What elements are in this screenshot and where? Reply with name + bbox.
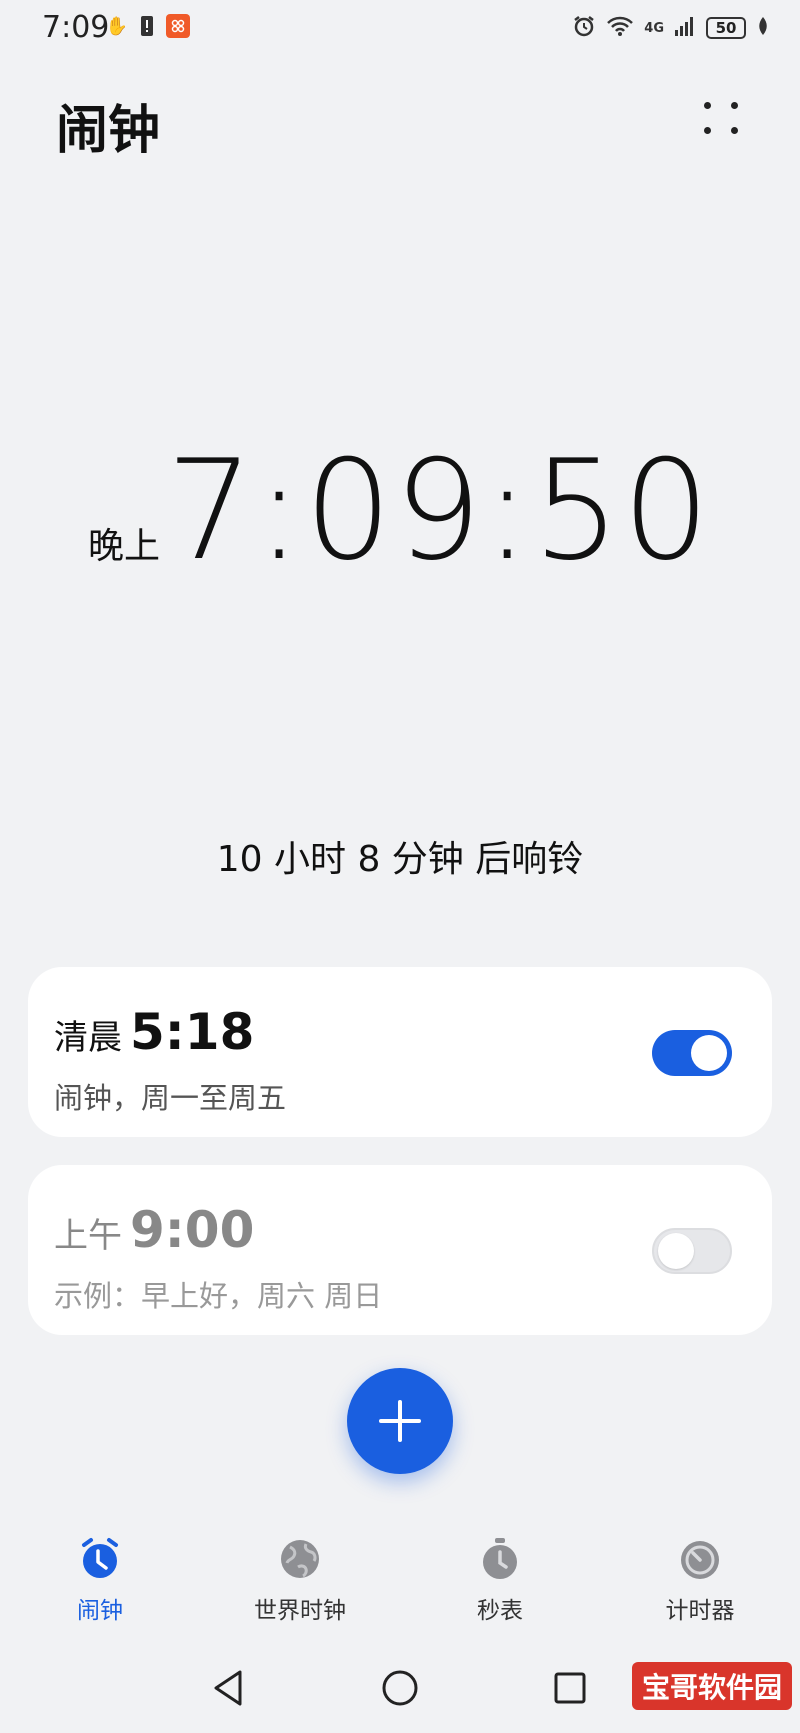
toggle-knob <box>691 1035 727 1071</box>
status-bar: 7:09 ✋ 4G 50 <box>0 0 800 60</box>
current-time-period: 晚上 <box>87 526 160 567</box>
tab-alarm[interactable]: 闹钟 <box>20 1535 180 1625</box>
status-left-icons: ✋ <box>106 14 190 38</box>
tab-label: 秒表 <box>477 1598 523 1624</box>
status-right-icons: 4G 50 <box>572 14 770 42</box>
alarm-card[interactable]: 上午 9:00 示例：早上好，周六 周日 <box>28 1165 772 1335</box>
alarm-card[interactable]: 清晨 5:18 闹钟，周一至周五 <box>28 967 772 1137</box>
home-icon[interactable] <box>380 1668 420 1708</box>
alert-icon <box>136 14 158 38</box>
recents-icon[interactable] <box>552 1668 588 1708</box>
alarm-toggle[interactable] <box>652 1030 732 1076</box>
alarm-time: 9:00 <box>130 1201 255 1259</box>
globe-icon <box>281 1540 319 1578</box>
alarm-status-icon <box>572 14 596 42</box>
signal-icon <box>674 15 696 41</box>
tab-label: 闹钟 <box>77 1598 123 1624</box>
current-time: 7:09:50 <box>166 430 712 591</box>
app-notification-icon <box>166 14 190 38</box>
alarm-period: 清晨 <box>54 1018 122 1058</box>
watermark: 宝哥软件园 <box>631 1662 792 1710</box>
alarm-period: 上午 <box>54 1216 122 1256</box>
alarm-label: 闹钟，周一至周五 <box>54 1081 287 1115</box>
alarm-time: 5:18 <box>130 1003 255 1061</box>
bottom-tab-bar: 闹钟 世界时钟 秒表 计时器 <box>0 1535 800 1635</box>
more-options-button[interactable] <box>696 94 746 144</box>
back-icon[interactable] <box>210 1668 246 1708</box>
tab-stopwatch[interactable]: 秒表 <box>420 1535 580 1625</box>
status-time: 7:09 <box>42 10 110 45</box>
tab-timer[interactable]: 计时器 <box>620 1535 780 1625</box>
hand-icon: ✋ <box>105 15 129 37</box>
battery-indicator: 50 <box>706 17 746 39</box>
network-type: 4G <box>644 20 664 36</box>
timer-icon <box>681 1541 719 1579</box>
alarm-clock-icon <box>82 1538 118 1578</box>
system-navigation-bar: 宝哥软件园 <box>0 1660 800 1720</box>
page-title: 闹钟 <box>56 101 161 161</box>
tab-label: 世界时钟 <box>254 1598 346 1624</box>
tab-label: 计时器 <box>665 1598 735 1624</box>
alarm-label: 示例：早上好，周六 周日 <box>54 1279 383 1313</box>
stopwatch-icon <box>483 1538 517 1579</box>
toggle-knob <box>658 1233 694 1269</box>
add-alarm-button[interactable] <box>347 1368 453 1474</box>
wifi-icon <box>606 15 634 41</box>
alarm-toggle[interactable] <box>652 1228 732 1274</box>
next-ring-text: 10 小时 8 分钟 后响铃 <box>216 839 584 880</box>
tab-world-clock[interactable]: 世界时钟 <box>220 1535 380 1625</box>
current-time-display: 晚上 7:09:50 <box>0 430 800 591</box>
leaf-icon <box>756 15 770 41</box>
